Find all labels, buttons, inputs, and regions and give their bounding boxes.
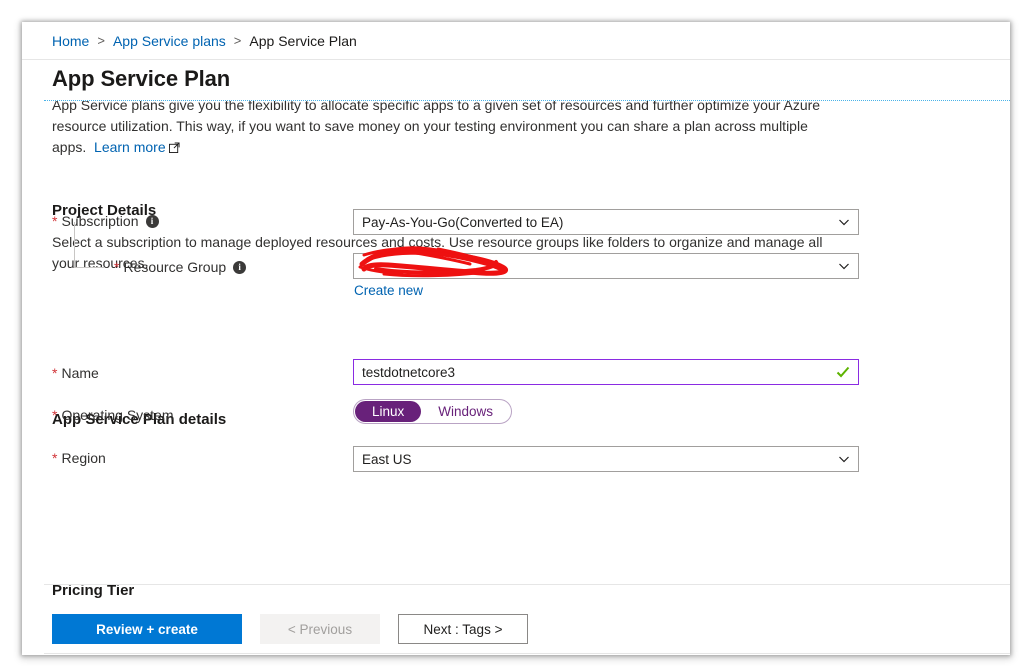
blade-content: App Service plans give you the flexibili…	[22, 101, 1010, 606]
breadcrumb-item-home[interactable]: Home	[52, 33, 89, 49]
name-label: * Name	[52, 365, 99, 381]
screenshot-frame: Home > App Service plans > App Service P…	[0, 0, 1031, 672]
required-marker: *	[52, 450, 58, 466]
operating-system-toggle[interactable]: Linux Windows	[353, 399, 513, 424]
breadcrumb: Home > App Service plans > App Service P…	[22, 22, 1010, 60]
operating-system-label: * Operating System	[52, 407, 174, 423]
footer-divider	[44, 584, 1010, 585]
subscription-label: * Subscription i	[52, 213, 159, 229]
region-value: East US	[362, 451, 412, 467]
check-icon	[836, 365, 850, 379]
resource-group-label-text: Resource Group	[123, 259, 227, 275]
resource-group-label: * Resource Group i	[114, 259, 247, 275]
region-label: * Region	[52, 450, 106, 466]
review-create-button[interactable]: Review + create	[52, 614, 242, 644]
breadcrumb-item-app-service-plans[interactable]: App Service plans	[113, 33, 226, 49]
tree-connector-line	[74, 222, 105, 268]
azure-portal-blade: Home > App Service plans > App Service P…	[22, 22, 1010, 655]
intro-paragraph: App Service plans give you the flexibili…	[52, 101, 842, 159]
subscription-dropdown[interactable]: Pay-As-You-Go(Converted to EA)	[353, 209, 859, 235]
breadcrumb-separator: >	[97, 33, 105, 48]
chevron-down-icon	[838, 453, 850, 465]
external-link-icon	[168, 138, 180, 159]
required-marker: *	[114, 259, 120, 275]
learn-more-link[interactable]: Learn more	[94, 139, 166, 155]
next-tags-button[interactable]: Next : Tags >	[398, 614, 528, 644]
subscription-value: Pay-As-You-Go(Converted to EA)	[362, 214, 564, 230]
chevron-down-icon	[838, 216, 850, 228]
resource-group-dropdown[interactable]	[353, 253, 859, 279]
os-option-linux[interactable]: Linux	[355, 401, 422, 422]
info-icon[interactable]: i	[145, 214, 159, 228]
page-title: App Service Plan	[52, 66, 231, 91]
required-marker: *	[52, 407, 58, 423]
required-marker: *	[52, 365, 58, 381]
intro-text: App Service plans give you the flexibili…	[52, 101, 821, 155]
name-label-text: Name	[61, 365, 99, 381]
previous-button[interactable]: < Previous	[260, 614, 380, 644]
breadcrumb-item-current: App Service Plan	[249, 32, 357, 49]
wizard-button-bar: Review + create < Previous Next : Tags >	[52, 614, 528, 644]
os-option-windows[interactable]: Windows	[421, 401, 510, 422]
operating-system-label-text: Operating System	[61, 407, 174, 423]
info-icon[interactable]: i	[233, 260, 247, 274]
region-label-text: Region	[61, 450, 106, 466]
chevron-down-icon	[838, 260, 850, 272]
name-input[interactable]: testdotnetcore3	[353, 359, 859, 385]
required-marker: *	[52, 213, 58, 229]
region-dropdown[interactable]: East US	[353, 446, 859, 472]
name-value: testdotnetcore3	[362, 364, 456, 380]
create-new-link[interactable]: Create new	[354, 283, 423, 298]
breadcrumb-separator: >	[233, 33, 242, 48]
footer-bottom-divider	[44, 653, 1010, 654]
